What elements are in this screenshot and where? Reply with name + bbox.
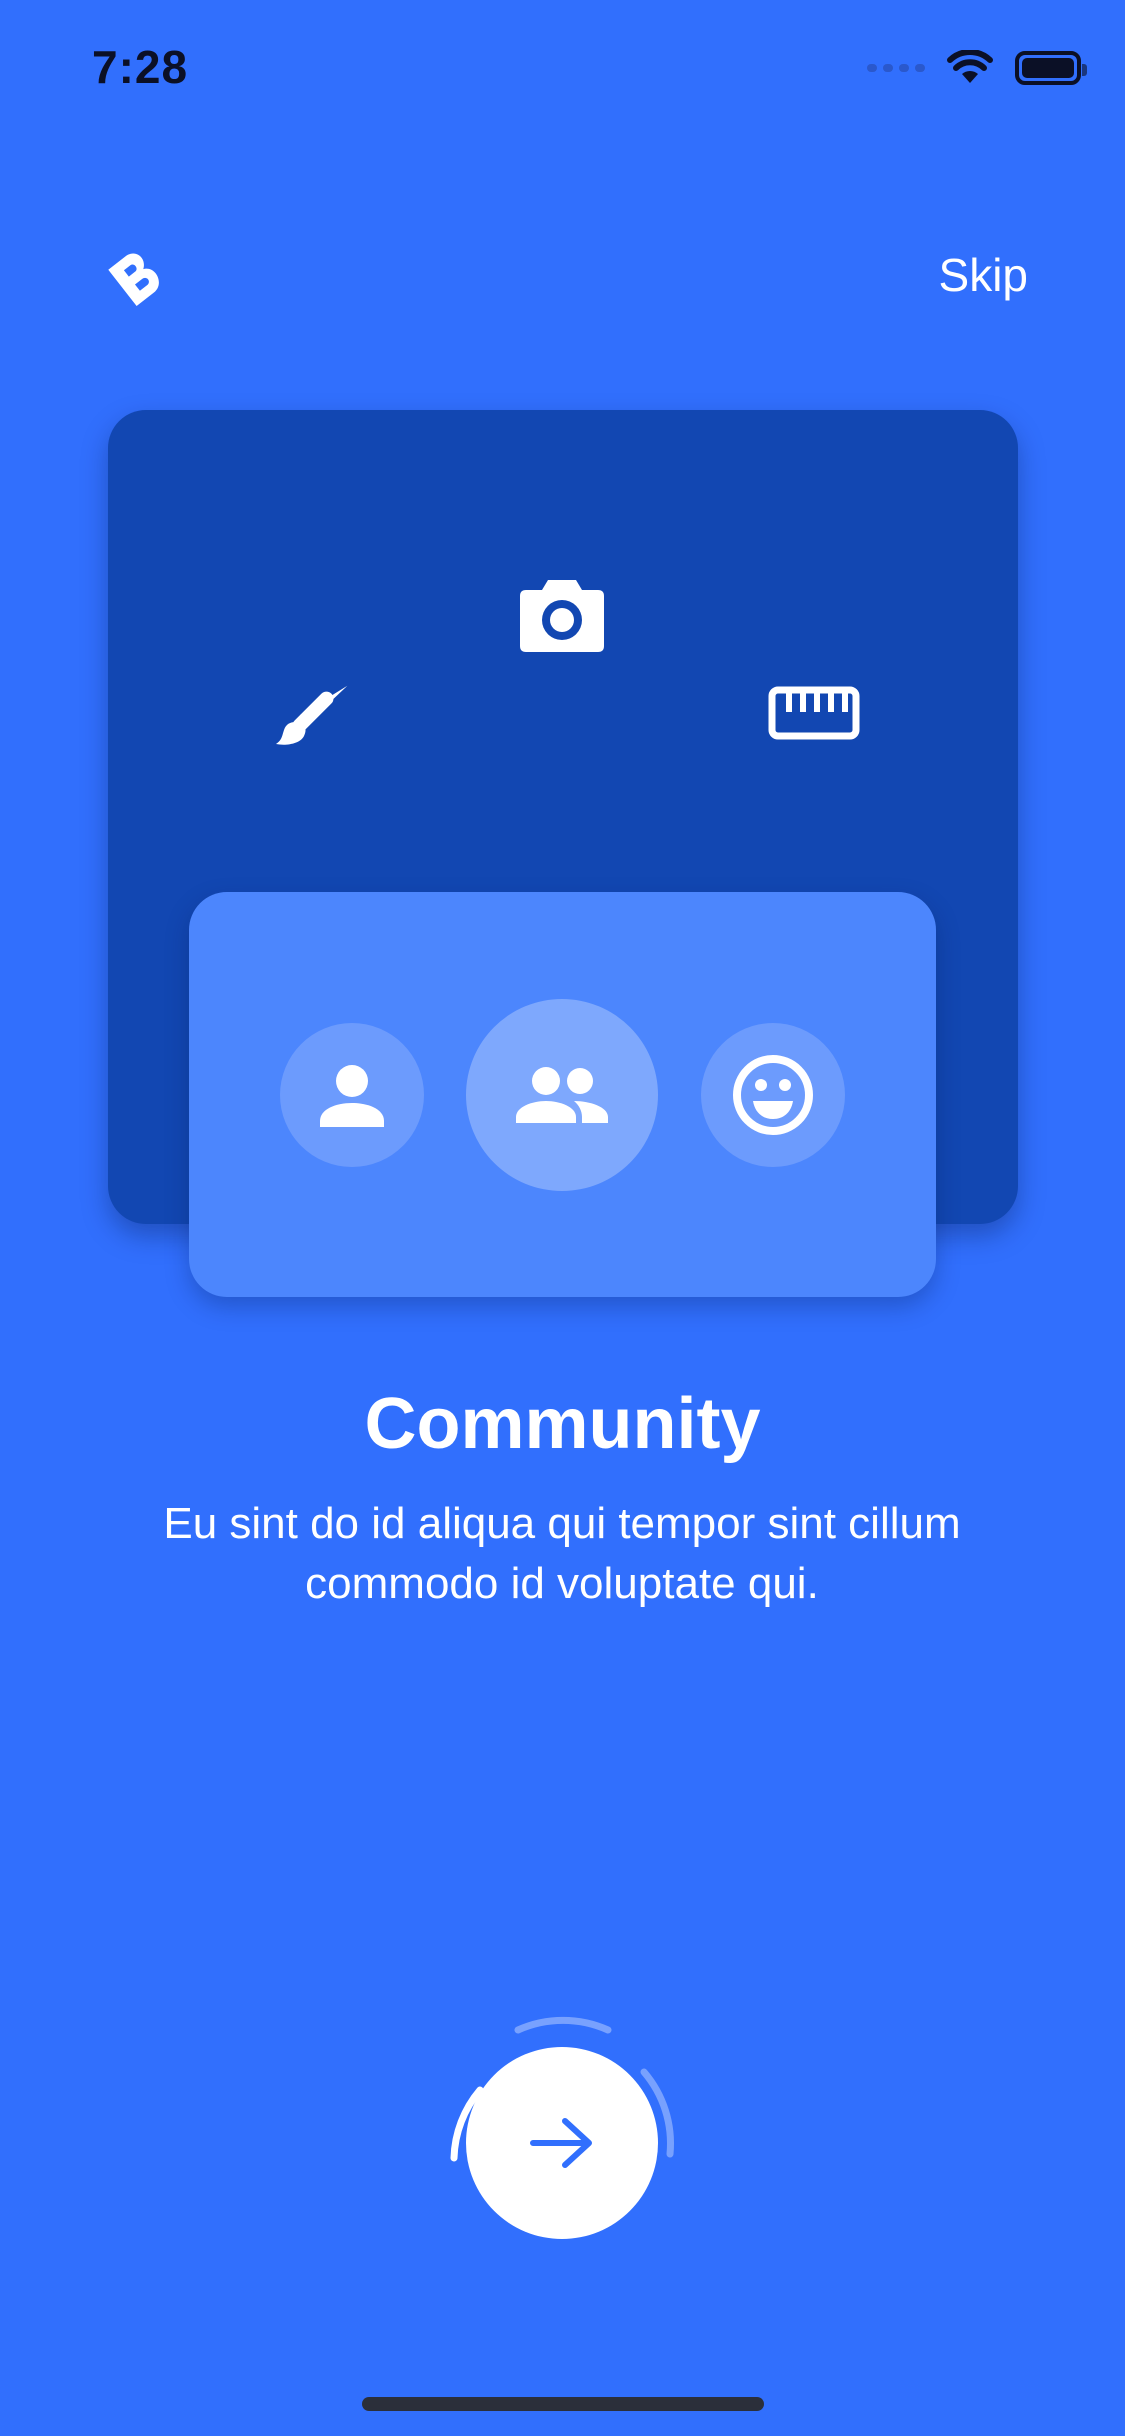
page-subtitle: Eu sint do id aliqua qui tempor sint cil… <box>163 1499 961 1608</box>
skip-button[interactable]: Skip <box>939 248 1028 302</box>
wifi-icon <box>947 50 993 83</box>
arrow-right-icon <box>530 2118 592 2168</box>
smiley-icon <box>733 1055 813 1135</box>
battery-icon <box>1015 51 1087 85</box>
page-title: Community <box>364 1384 761 1464</box>
ruler-icon <box>768 686 860 740</box>
b-logo-icon <box>108 253 159 307</box>
people-circle <box>466 999 658 1191</box>
paintbrush-icon <box>276 685 348 745</box>
status-time: 7:28 <box>92 41 189 93</box>
cellular-signal-icon <box>867 64 925 72</box>
smiley-circle <box>701 1023 845 1167</box>
person-icon <box>320 1065 384 1127</box>
next-button[interactable] <box>466 2047 658 2239</box>
home-indicator[interactable] <box>362 2397 764 2411</box>
people-icon <box>516 1067 608 1123</box>
status-icons <box>867 48 1087 88</box>
person-circle <box>280 1023 424 1167</box>
camera-icon <box>520 580 604 652</box>
